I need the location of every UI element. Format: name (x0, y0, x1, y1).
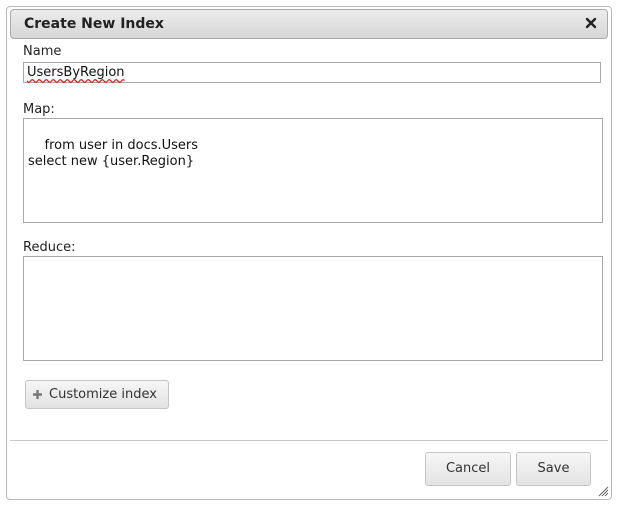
map-textarea[interactable]: from user in docs.Users select new {user… (23, 118, 603, 223)
footer-divider (10, 440, 608, 441)
dialog-titlebar[interactable]: Create New Index (10, 9, 608, 39)
create-index-dialog: Create New Index Name UsersByRegion Map:… (6, 6, 612, 500)
name-input-value: UsersByRegion (27, 65, 125, 80)
map-textarea-value: from user in docs.Users select new {user… (28, 138, 199, 169)
name-input[interactable]: UsersByRegion (23, 62, 601, 83)
customize-index-label: Customize index (49, 387, 157, 402)
resize-grip-icon[interactable] (591, 211, 601, 221)
resize-grip-icon[interactable] (591, 349, 601, 359)
customize-index-button[interactable]: Customize index (25, 380, 169, 409)
reduce-textarea[interactable] (23, 256, 603, 361)
name-label: Name (23, 44, 62, 59)
cancel-button[interactable]: Cancel (425, 452, 511, 486)
reduce-label: Reduce: (23, 240, 76, 255)
dialog-title: Create New Index (24, 16, 164, 32)
plus-icon (32, 389, 43, 400)
map-label: Map: (23, 102, 55, 117)
dialog-resize-grip-icon[interactable] (597, 485, 609, 497)
save-button[interactable]: Save (516, 452, 591, 486)
close-icon[interactable] (582, 14, 600, 32)
